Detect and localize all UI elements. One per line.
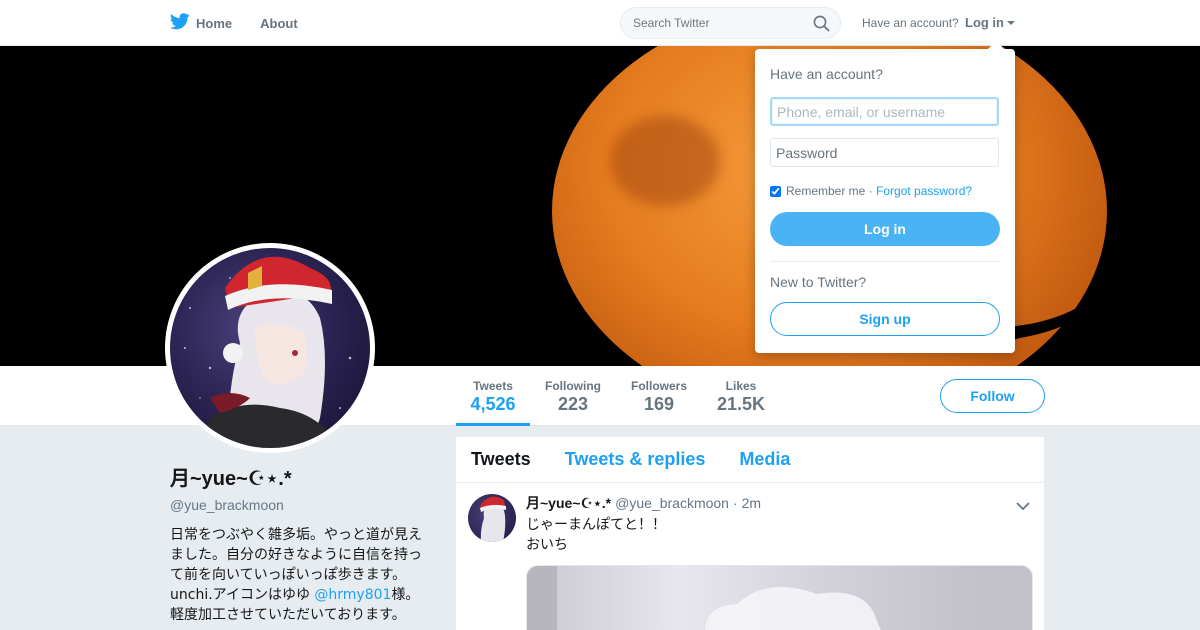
tweet-text: じゃーまんぽてと！！ おいち [526, 515, 1032, 555]
login-menu-toggle[interactable]: Log in [965, 15, 1015, 30]
login-dropdown: Have an account? Remember me · Forgot pa… [755, 41, 1015, 353]
profile-display-name[interactable]: 月~yue~☪⋆.* [170, 462, 430, 491]
tweet-text-line: じゃーまんぽてと！！ [526, 517, 666, 533]
timeline-tabs: Tweets Tweets & replies Media [456, 437, 1044, 483]
stat-value: 4,526 [470, 394, 516, 414]
profile-handle[interactable]: @yue_brackmoon [170, 497, 430, 513]
password-field[interactable] [770, 138, 999, 167]
profile-avatar[interactable] [165, 243, 375, 453]
remember-me-checkbox[interactable] [770, 185, 781, 197]
tab-tweets-and-replies[interactable]: Tweets & replies [565, 449, 706, 470]
login-dropdown-title: Have an account? [770, 66, 883, 82]
stat-label: Likes [725, 379, 757, 393]
stat-value: 21.5K [716, 394, 766, 414]
login-button[interactable]: Log in [770, 212, 1000, 246]
forgot-password-link[interactable]: Forgot password? [876, 184, 972, 198]
profile-bio: 日常をつぶやく雑多垢。やっと道が見えました。自分の好きなように自信を持って前を向… [170, 525, 430, 625]
stat-likes[interactable]: Likes 21.5K [712, 366, 770, 426]
remember-me-label[interactable]: Remember me [786, 184, 865, 198]
tweet-separator: · [732, 495, 738, 511]
twitter-bird-icon [169, 13, 196, 33]
signup-button[interactable]: Sign up [770, 302, 1000, 336]
tweet-author-handle[interactable]: @yue_brackmoon [615, 495, 729, 511]
home-label: Home [196, 15, 233, 31]
moon-crater [610, 116, 720, 206]
tweet-header: 月~yue~☪⋆.* @yue_brackmoon · 2m [526, 493, 1032, 513]
remember-separator: · [865, 184, 877, 198]
new-to-twitter-text: New to Twitter? [770, 274, 867, 290]
tab-media[interactable]: Media [739, 449, 790, 470]
top-nav: Home About Have an account? Log in [0, 0, 1200, 46]
timeline: Tweets Tweets & replies Media 月~yue~☪⋆.*… [456, 437, 1044, 630]
dropdown-arrow [988, 41, 1004, 49]
search-box [620, 7, 841, 39]
follow-button[interactable]: Follow [940, 379, 1045, 413]
bio-mention-link[interactable]: @hrmy801 [314, 587, 391, 603]
dropdown-divider [770, 261, 1000, 262]
stat-value: 223 [557, 394, 589, 414]
nav-left: Home About [169, 0, 326, 46]
have-account-text: Have an account? [862, 16, 959, 30]
search-icon[interactable] [813, 15, 830, 35]
stat-following[interactable]: Following 223 [540, 366, 606, 426]
stat-tweets[interactable]: Tweets 4,526 [456, 366, 530, 426]
tab-tweets[interactable]: Tweets [471, 449, 531, 470]
stat-value: 169 [643, 394, 675, 414]
avatar-image [170, 248, 370, 448]
login-menu-label: Log in [965, 15, 1004, 30]
tweet[interactable]: 月~yue~☪⋆.* @yue_brackmoon · 2m じゃーまんぽてと！… [456, 483, 1044, 630]
tweet-text-line: おいち [526, 537, 568, 553]
profile-bio-card: 月~yue~☪⋆.* @yue_brackmoon 日常をつぶやく雑多垢。やっと… [170, 462, 430, 625]
caret-down-icon [1007, 20, 1015, 25]
tweet-menu-chevron-icon[interactable] [1016, 498, 1030, 516]
home-link[interactable]: Home [169, 13, 233, 33]
stat-label: Following [545, 379, 601, 393]
tweet-author-name[interactable]: 月~yue~☪⋆.* [526, 493, 611, 513]
about-link[interactable]: About [260, 16, 298, 31]
stat-label: Tweets [473, 379, 513, 393]
stat-label: Followers [630, 379, 687, 393]
username-field[interactable] [770, 97, 999, 126]
tweet-timestamp[interactable]: 2m [742, 495, 761, 511]
remember-row: Remember me · Forgot password? [770, 184, 1000, 198]
tweet-media-image[interactable] [526, 565, 1033, 630]
search-input[interactable] [633, 16, 803, 30]
stat-followers[interactable]: Followers 169 [626, 366, 692, 426]
tweet-avatar[interactable] [468, 494, 516, 542]
